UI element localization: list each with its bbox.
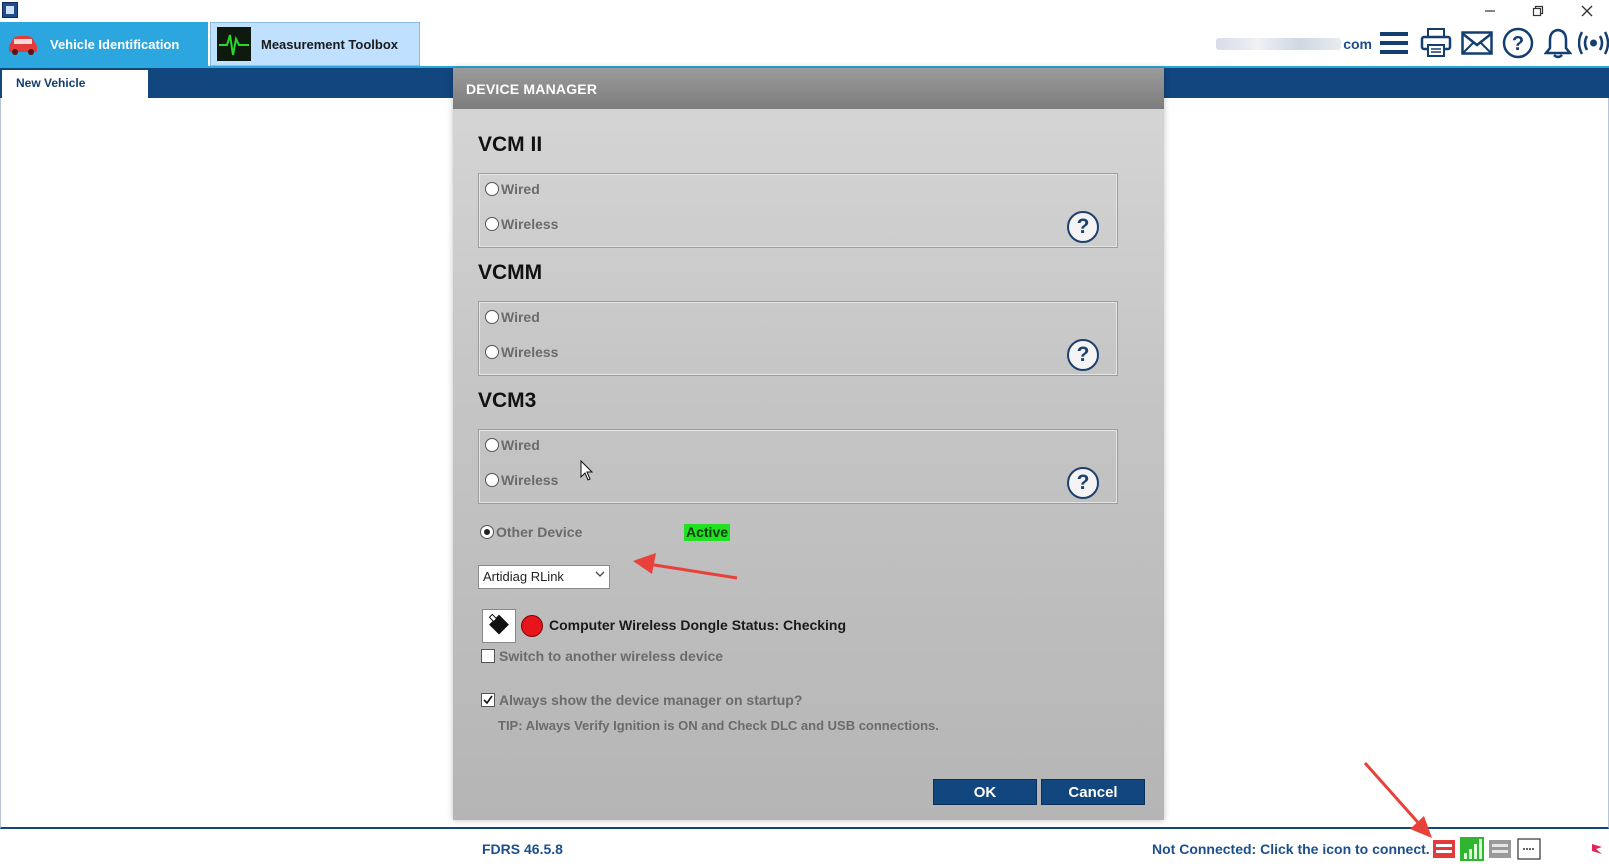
- redacted-email: [1216, 38, 1341, 50]
- svg-text:?: ?: [1512, 33, 1524, 55]
- dongle-label: Computer Wireless Dongle: [549, 617, 728, 633]
- section-title-vcmm: VCMM: [478, 261, 543, 284]
- radio-label: Wired: [501, 437, 540, 453]
- ok-button[interactable]: OK: [933, 779, 1037, 805]
- status-badge: Active: [684, 524, 731, 541]
- dongle-status-text: Computer Wireless Dongle Status: Checkin…: [549, 617, 846, 633]
- user-email: com: [1216, 35, 1372, 53]
- checkbox-show-on-startup[interactable]: Always show the device manager on startu…: [481, 692, 802, 708]
- section-title-vcm-ii: VCM II: [478, 133, 543, 156]
- device-select-value: Artidiag RLink: [483, 569, 564, 584]
- checkbox-label: Always show the device manager on startu…: [499, 692, 803, 708]
- app-version: FDRS 46.5.8: [482, 841, 563, 857]
- tip-text: TIP: Always Verify Ignition is ON and Ch…: [498, 718, 939, 733]
- dongle-icon: [482, 609, 516, 643]
- radio-label: Other Device: [496, 524, 583, 540]
- tab-label: Vehicle Identification: [50, 36, 180, 52]
- radio-button[interactable]: [485, 473, 499, 487]
- radio-vcmm-wireless[interactable]: Wireless: [485, 344, 558, 360]
- dialog-title: DEVICE MANAGER: [453, 68, 1164, 109]
- cancel-button[interactable]: Cancel: [1041, 779, 1145, 805]
- connection-status-text: Not Connected: Click the icon to connect…: [1152, 841, 1430, 857]
- mail-icon[interactable]: [1460, 26, 1494, 60]
- section-box-vcmm: Wired Wireless ?: [478, 301, 1118, 376]
- more-icon[interactable]: [1517, 837, 1541, 861]
- tab-label: Measurement Toolbox: [261, 36, 399, 52]
- restore-icon[interactable]: [1518, 0, 1558, 22]
- minimize-icon[interactable]: [1470, 0, 1510, 22]
- radio-vcm-ii-wireless[interactable]: Wireless: [485, 216, 558, 232]
- radio-label: Wireless: [501, 472, 559, 488]
- help-icon[interactable]: ?: [1067, 339, 1099, 371]
- checkbox[interactable]: [481, 693, 495, 707]
- section-title-vcm3: VCM3: [478, 389, 537, 412]
- bell-icon[interactable]: [1541, 26, 1575, 60]
- chevron-down-icon[interactable]: [595, 569, 605, 582]
- checkbox-label: Switch to another wireless device: [499, 648, 724, 664]
- wireless-icon[interactable]: [1578, 26, 1609, 60]
- radio-vcmm-wired[interactable]: Wired: [485, 309, 540, 325]
- flag-icon: [1585, 837, 1609, 861]
- signal-bars-icon[interactable]: [1460, 837, 1484, 861]
- checkbox[interactable]: [481, 649, 495, 663]
- radio-label: Wired: [501, 309, 540, 325]
- radio-label: Wired: [501, 181, 540, 197]
- help-icon[interactable]: ?: [1067, 467, 1099, 499]
- device-manager-dialog: DEVICE MANAGER VCM II Wired Wireless ? V…: [453, 68, 1164, 820]
- vci-connect-icon[interactable]: [1432, 837, 1456, 861]
- radio-button[interactable]: [485, 310, 499, 324]
- fdrs-app-icon: [2, 2, 18, 18]
- radio-vcm3-wired[interactable]: Wired: [485, 437, 540, 453]
- radio-vcm3-wireless[interactable]: Wireless: [485, 472, 558, 488]
- car-icon: [6, 27, 40, 61]
- section-box-vcm3: Wired Wireless ?: [478, 429, 1118, 504]
- device-status-icon[interactable]: [1488, 837, 1512, 861]
- dongle-status: Status: Checking: [731, 617, 847, 633]
- radio-label: Wireless: [501, 344, 559, 360]
- tab-new-vehicle[interactable]: New Vehicle: [2, 70, 148, 98]
- oscilloscope-icon: [217, 27, 251, 61]
- email-suffix: com: [1343, 36, 1372, 52]
- radio-other-device[interactable]: Other Device: [480, 524, 582, 540]
- radio-button[interactable]: [485, 345, 499, 359]
- radio-button[interactable]: [485, 217, 499, 231]
- radio-label: Wireless: [501, 216, 559, 232]
- radio-button[interactable]: [485, 182, 499, 196]
- tab-vehicle-identification[interactable]: Vehicle Identification: [0, 22, 208, 66]
- status-bar: FDRS 46.5.8 Not Connected: Click the ico…: [0, 831, 1609, 867]
- radio-button[interactable]: [480, 525, 494, 539]
- status-indicator-icon: [521, 615, 543, 637]
- section-box-vcm-ii: Wired Wireless ?: [478, 173, 1118, 248]
- radio-button[interactable]: [485, 438, 499, 452]
- help-icon[interactable]: ?: [1067, 211, 1099, 243]
- title-bar: Vehicle Identification Measurement Toolb…: [0, 0, 1609, 66]
- menu-icon[interactable]: [1377, 26, 1411, 60]
- device-select[interactable]: Artidiag RLink: [478, 565, 610, 589]
- checkbox-switch-device[interactable]: Switch to another wireless device: [481, 648, 723, 664]
- tab-measurement-toolbox[interactable]: Measurement Toolbox: [210, 22, 420, 66]
- help-icon[interactable]: ?: [1501, 26, 1535, 60]
- close-icon[interactable]: [1567, 0, 1607, 22]
- radio-vcm-ii-wired[interactable]: Wired: [485, 181, 540, 197]
- printer-icon[interactable]: [1419, 26, 1453, 60]
